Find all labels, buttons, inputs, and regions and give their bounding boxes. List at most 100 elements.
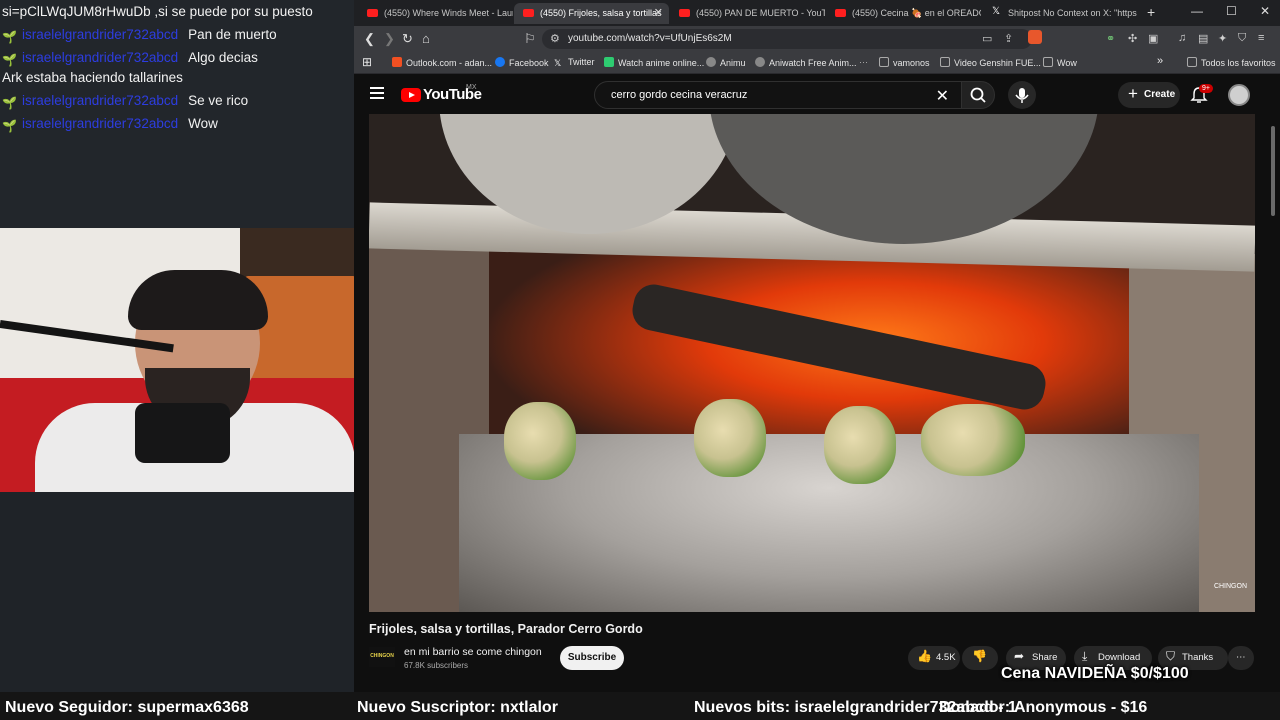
back-icon[interactable]: ❮ (364, 31, 375, 47)
hamburger-menu-icon[interactable] (370, 87, 384, 99)
tab-label: (4550) Frijoles, salsa y tortillas (540, 8, 662, 18)
account-avatar[interactable] (1228, 84, 1250, 106)
folder-icon (879, 57, 889, 67)
youtube-logo-icon[interactable] (401, 88, 421, 102)
apps-grid-icon[interactable]: ⊞ (362, 55, 372, 69)
chat-username: israelelgrandrider732abcd (22, 50, 179, 65)
close-window-icon[interactable]: ✕ (1260, 4, 1270, 18)
create-button[interactable]: + Create (1118, 82, 1180, 108)
overlay-empty-area (0, 492, 356, 692)
chat-username: israelelgrandrider732abcd (22, 93, 179, 108)
search-icon (970, 87, 986, 103)
clear-search-icon[interactable]: ✕ (936, 86, 949, 106)
youtube-header: YouTube MX cerro gordo cecina veracruz ✕… (354, 76, 1280, 114)
close-tab-icon[interactable]: ✕ (654, 6, 663, 19)
cast-icon[interactable]: ▭ (982, 32, 992, 45)
share-label: Share (1032, 652, 1058, 663)
bookmark-video-genshin[interactable]: Video Genshin FUE... (940, 57, 1041, 68)
extension-icon[interactable]: ⚭ (1106, 32, 1115, 45)
bookmarks-more-icon[interactable]: » (1157, 55, 1163, 67)
leaf-badge-icon: 🌱 (2, 96, 17, 111)
video-title: Frijoles, salsa y tortillas, Parador Cer… (369, 622, 643, 636)
leo-icon[interactable]: ✦ (1218, 32, 1227, 45)
plus-icon: + (1128, 84, 1138, 103)
video-pepper (824, 406, 896, 484)
search-input[interactable]: cerro gordo cecina veracruz ✕ (594, 81, 962, 109)
bookmark-overflow-pin-icon[interactable]: ⋯ (859, 57, 868, 68)
sidebar-icon[interactable]: ▣ (1148, 32, 1158, 45)
bookmark-vamonos[interactable]: vamonos (879, 57, 930, 68)
scrollbar-thumb[interactable] (1271, 126, 1275, 216)
stream-screen: si=pClLWqJUM8rHwuDb ,si se puede por su … (0, 0, 1280, 720)
video-player[interactable]: CHINGON (369, 114, 1255, 612)
dislike-button[interactable]: 👎 (962, 646, 998, 670)
reload-icon[interactable]: ↻ (402, 31, 413, 47)
tab-pan-de-muerto[interactable]: (4550) PAN DE MUERTO - YouTube (670, 3, 825, 24)
chat-message: si=pClLWqJUM8rHwuDb ,si se puede por su … (2, 4, 313, 19)
more-icon: ⋯ (1236, 652, 1246, 663)
chat-message: Wow (188, 116, 218, 131)
more-actions-button[interactable]: ⋯ (1228, 646, 1254, 670)
url-text: youtube.com/watch?v=UfUnjEs6s2M (568, 33, 732, 44)
leaf-badge-icon: 🌱 (2, 119, 17, 134)
download-label: Download (1098, 652, 1141, 663)
chat-message: Se ve rico (188, 93, 249, 108)
tab-label: Shitpost No Context on X: "https:/ (1008, 8, 1137, 18)
subscriber-count: 67.8K subscribers (404, 661, 469, 670)
x-icon: 𝕏 (554, 58, 562, 68)
brave-shield-icon[interactable] (1028, 30, 1042, 44)
globe-icon (755, 57, 765, 67)
page-scrollbar[interactable] (1269, 114, 1277, 692)
voice-search-button[interactable] (1008, 81, 1036, 109)
bookmark-watch-anime[interactable]: Watch anime online... (604, 57, 704, 68)
tab-bar: (4550) Where Winds Meet - Launc (4550) F… (354, 0, 1280, 26)
minimize-icon[interactable]: — (1191, 4, 1203, 18)
vpn-icon[interactable]: ⛉ (1238, 32, 1246, 45)
microphone-icon (1015, 88, 1029, 103)
wallet-icon[interactable]: ▤ (1198, 32, 1208, 45)
tab-shitpost[interactable]: 𝕏 Shitpost No Context on X: "https:/ (982, 3, 1137, 24)
subscribe-button[interactable]: Subscribe (560, 646, 624, 670)
notification-badge: 9+ (1199, 84, 1213, 93)
tab-label: (4550) Cecina 🍖 en el OREADOR (852, 8, 981, 18)
leaf-badge-icon: 🌱 (2, 53, 17, 68)
like-button[interactable]: 👍 4.5K (908, 646, 960, 670)
channel-name[interactable]: en mi barrio se come chingon (404, 646, 542, 658)
outlook-icon (392, 57, 402, 67)
chat-line: si=pClLWqJUM8rHwuDb ,si se puede por su … (2, 0, 355, 23)
leaf-icon (604, 57, 614, 67)
site-info-icon[interactable]: ⚙ (550, 32, 560, 45)
maximize-icon[interactable]: ☐ (1226, 4, 1237, 18)
address-bar-row: ❮ ❯ ↻ ⌂ ⚐ ⚙ youtube.com/watch?v=UfUnjEs6… (354, 26, 1280, 52)
music-icon[interactable]: ♫ (1178, 32, 1186, 44)
channel-avatar[interactable]: CHINGON (369, 647, 395, 667)
bookmark-twitter[interactable]: 𝕏 Twitter (554, 57, 595, 68)
url-field[interactable]: ⚙ youtube.com/watch?v=UfUnjEs6s2M (542, 29, 1032, 49)
bookmark-outlook[interactable]: Outlook.com - adan... (392, 57, 492, 68)
tab-cecina[interactable]: (4550) Cecina 🍖 en el OREADOR (826, 3, 981, 24)
chat-line: 🌱 israelelgrandrider732abcd Algo decias (2, 46, 355, 69)
chat-message: Pan de muerto (188, 27, 277, 42)
bookmark-all-favorites[interactable]: Todos los favoritos (1187, 57, 1276, 68)
chat-username: israelelgrandrider732abcd (22, 27, 179, 42)
forward-icon[interactable]: ❯ (384, 31, 395, 47)
bookmark-wow[interactable]: Wow (1043, 57, 1077, 68)
menu-icon[interactable]: ≡ (1258, 32, 1264, 44)
home-icon[interactable]: ⌂ (422, 31, 430, 46)
new-tab-button[interactable]: + (1147, 4, 1155, 20)
tab-frijoles[interactable]: (4550) Frijoles, salsa y tortillas ✕ (514, 3, 669, 24)
share-page-icon[interactable]: ⇪ (1004, 32, 1013, 45)
bookmark-animu[interactable]: Animu (706, 57, 746, 68)
puzzle-icon[interactable]: ✣ (1128, 32, 1137, 45)
bookmark-icon[interactable]: ⚐ (524, 31, 536, 47)
chat-line: 🌱 israelelgrandrider732abcd Se ve rico (2, 89, 355, 112)
tab-where-winds-meet[interactable]: (4550) Where Winds Meet - Launc (358, 3, 513, 24)
search-button[interactable] (961, 81, 995, 109)
microphone (135, 403, 230, 463)
thumbs-down-icon: 👎 (972, 649, 987, 663)
folder-icon (1043, 57, 1053, 67)
bookmark-facebook[interactable]: Facebook (495, 57, 549, 68)
bookmark-aniwatch[interactable]: Aniwatch Free Anim... (755, 57, 857, 68)
thumbs-up-icon: 👍 (917, 649, 932, 663)
bookmarks-bar: ⊞ Outlook.com - adan... Facebook 𝕏 Twitte… (354, 52, 1280, 74)
